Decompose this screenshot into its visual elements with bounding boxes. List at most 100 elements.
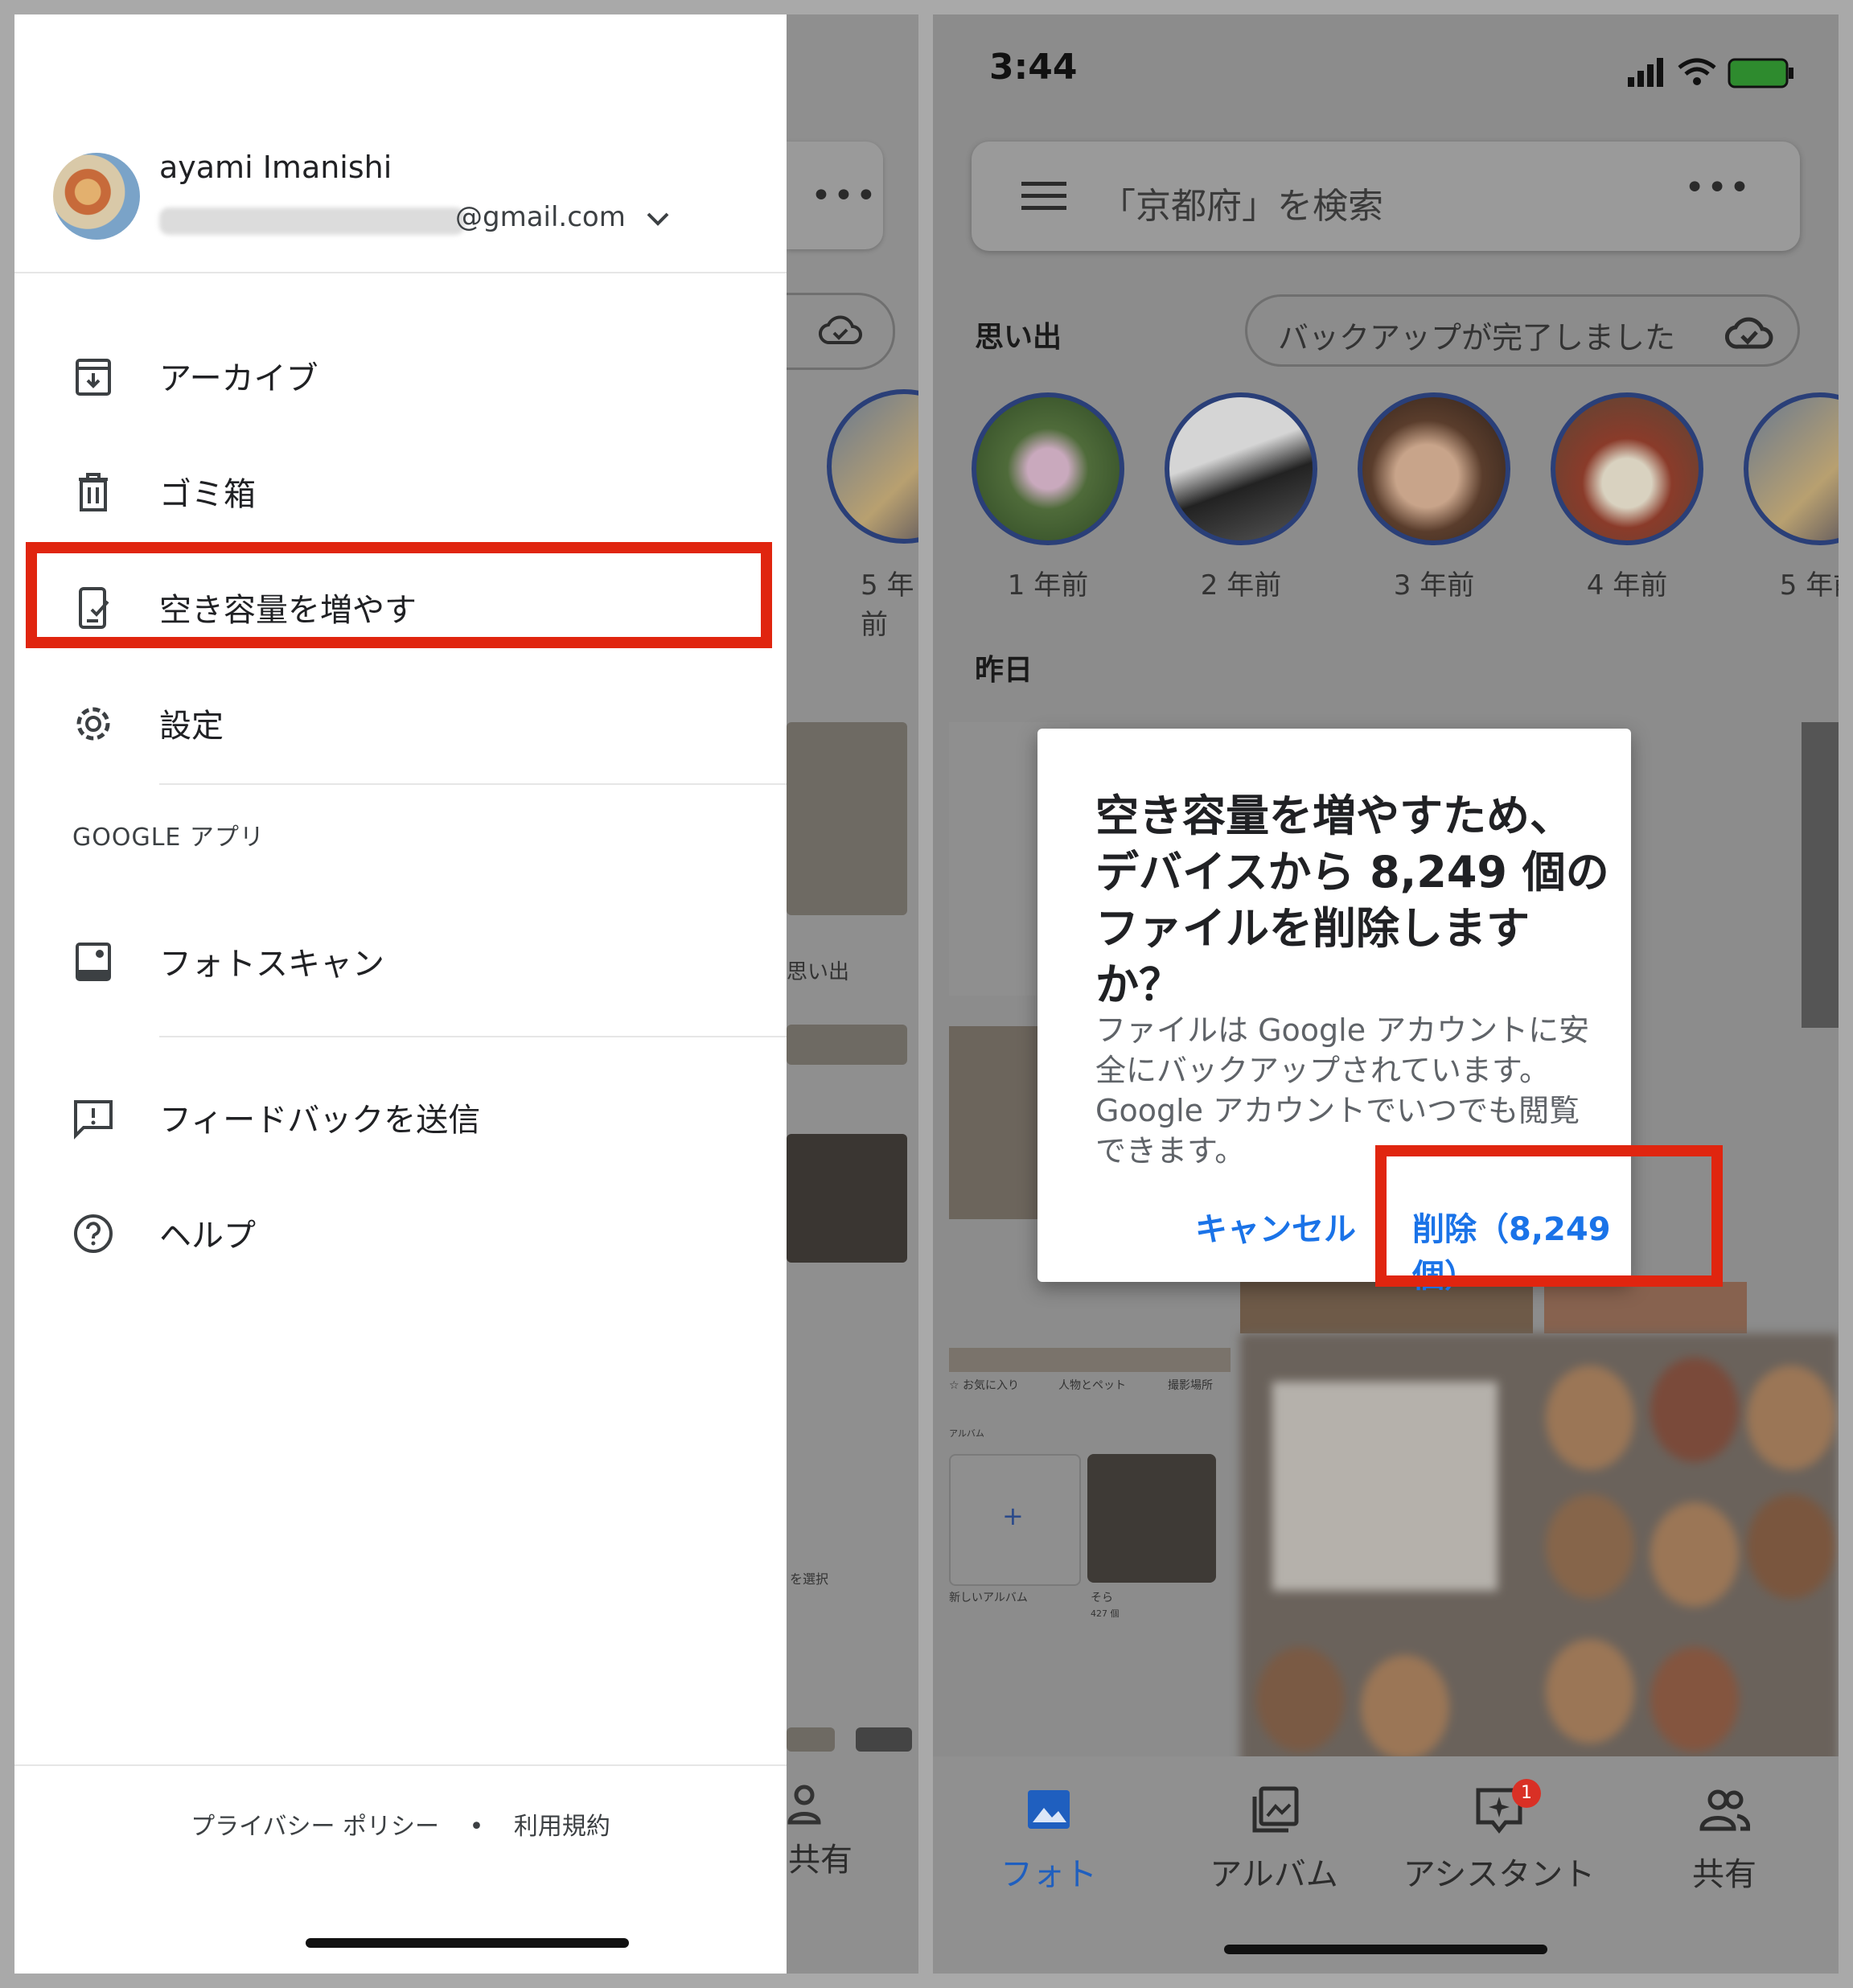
memory-item-1[interactable]	[972, 392, 1124, 545]
places-label: 撮影場所	[1168, 1379, 1213, 1392]
avatar[interactable]	[53, 153, 140, 240]
cloud-done-icon	[1725, 317, 1773, 349]
menu-item-photoscan[interactable]: フォトスキャン	[14, 915, 787, 1004]
background-photo	[787, 722, 907, 915]
gear-icon	[76, 707, 110, 741]
bottom-navigation: フォト アルバム 1 アシスタント 共有	[933, 1756, 1839, 1974]
terms-link[interactable]: 利用規約	[514, 1813, 610, 1841]
background-select-caption: を選択	[790, 1571, 829, 1587]
backup-status: バックアップが完了しました	[1278, 320, 1676, 355]
search-input[interactable]: 「京都府」を検索	[1100, 177, 1383, 228]
nav-label: フォト	[1000, 1856, 1097, 1893]
chevron-down-icon[interactable]	[643, 204, 672, 233]
menu-item-trash[interactable]: ゴミ箱	[14, 446, 787, 534]
highlight-box	[26, 542, 772, 648]
background-dog-photo	[787, 1134, 907, 1263]
memory-label: 3 年前	[1393, 569, 1475, 602]
feedback-icon	[74, 1100, 113, 1140]
new-album-label: 新しいアルバム	[949, 1592, 1028, 1604]
blurred-photo-grid	[1240, 1333, 1839, 1784]
dialog-title: 空き容量を増やすため、デバイスから 8,249 個のファイルを削除しますか？	[1095, 791, 1609, 1010]
albums-icon	[1252, 1786, 1299, 1833]
memory-item-2[interactable]	[1165, 392, 1317, 545]
trash-icon	[79, 473, 108, 511]
divider	[14, 272, 787, 273]
memory-item-5[interactable]	[1744, 392, 1839, 545]
memory-item-3[interactable]	[1358, 392, 1510, 545]
left-screen: ••• 5 年前 思い出 を選択 共有 ayami Imanishi @gmai…	[14, 14, 918, 1974]
photo-thumb[interactable]	[949, 1026, 1037, 1219]
background-nav-share: 共有	[788, 1842, 853, 1879]
plus-icon: +	[1002, 1501, 1024, 1531]
signal-icon	[1628, 77, 1634, 87]
more-icon[interactable]: •••	[1684, 167, 1752, 208]
menu-item-settings[interactable]: 設定	[14, 677, 787, 766]
nav-label: 共有	[1692, 1856, 1756, 1893]
menu-label: ヘルプ	[159, 1218, 256, 1255]
photo-strip[interactable]	[949, 1348, 1231, 1372]
account-email-domain: @gmail.com	[455, 201, 626, 233]
menu-item-feedback[interactable]: フィードバックを送信	[14, 1071, 787, 1160]
background-photo	[787, 1727, 835, 1752]
divider	[14, 1764, 787, 1766]
menu-label: アーカイブ	[159, 360, 318, 397]
notification-badge: 1	[1512, 1779, 1541, 1808]
menu-icon[interactable]	[1021, 180, 1066, 212]
email-redacted	[159, 207, 465, 235]
account-name: ayami Imanishi	[159, 150, 392, 185]
nav-albums[interactable]: アルバム	[1161, 1756, 1387, 1917]
photoscan-icon	[76, 943, 111, 981]
nav-sharing[interactable]: 共有	[1612, 1756, 1837, 1917]
memory-label: 5 年前	[1779, 569, 1839, 602]
memories-title: 思い出	[975, 321, 1062, 354]
more-icon: •••	[811, 175, 878, 216]
people-label: 人物とペット	[1058, 1379, 1126, 1392]
memory-label: 2 年前	[1200, 569, 1282, 602]
album-label: アルバム	[949, 1428, 984, 1439]
section-header-google-apps: GOOGLE アプリ	[72, 824, 265, 852]
cancel-button[interactable]: キャンセル	[1195, 1203, 1356, 1250]
photo-icon	[1028, 1790, 1070, 1829]
background-photo	[787, 1025, 907, 1065]
new-album-tile[interactable]: +	[949, 1454, 1081, 1586]
nav-label: アシスタント	[1403, 1856, 1596, 1893]
background-photo	[856, 1727, 912, 1752]
delete-confirm-dialog: 空き容量を増やすため、デバイスから 8,249 個のファイルを削除しますか？ フ…	[1037, 729, 1723, 1295]
battery-icon	[1728, 58, 1789, 88]
background-memories-caption: 思い出	[787, 960, 850, 984]
drawer-footer: プライバシー ポリシー • 利用規約	[14, 1806, 787, 1842]
home-indicator	[306, 1938, 629, 1948]
right-screen: 3:44 「京都府」を検索 ••• 思い出 バックアップが完了しました 1 年前…	[933, 14, 1839, 1974]
menu-item-archive[interactable]: アーカイブ	[14, 330, 787, 418]
search-bar[interactable]: 「京都府」を検索 •••	[972, 142, 1800, 251]
status-time: 3:44	[989, 47, 1078, 88]
album-sora-label: そら	[1091, 1592, 1113, 1604]
menu-label: フィードバックを送信	[159, 1102, 481, 1139]
people-icon	[1699, 1789, 1750, 1831]
privacy-policy-link[interactable]: プライバシー ポリシー	[191, 1813, 439, 1841]
navigation-drawer: ayami Imanishi @gmail.com アーカイブ ゴミ箱 空き容量…	[14, 14, 787, 1974]
people-icon	[787, 1785, 821, 1825]
favorites-label: ☆ お気に入り	[949, 1379, 1020, 1392]
menu-label: 設定	[159, 708, 224, 745]
nav-label: アルバム	[1210, 1856, 1338, 1893]
album-sora-thumb[interactable]	[1087, 1454, 1216, 1583]
album-sora-count: 427 個	[1091, 1608, 1120, 1619]
yesterday-title: 昨日	[975, 654, 1033, 687]
nav-photos[interactable]: フォト	[936, 1756, 1161, 1917]
nav-assistant[interactable]: 1 アシスタント	[1387, 1756, 1612, 1917]
memory-label: 1 年前	[1007, 569, 1089, 602]
background-memory-label: 5 年前	[861, 569, 914, 641]
help-icon	[74, 1214, 113, 1253]
screenshot-thumb[interactable]	[1802, 722, 1839, 1028]
menu-item-help[interactable]: ヘルプ	[14, 1187, 787, 1275]
cloud-done-icon	[819, 315, 862, 345]
memory-label: 4 年前	[1586, 569, 1668, 602]
divider	[159, 783, 787, 785]
divider	[159, 1036, 787, 1037]
backup-status-pill[interactable]: バックアップが完了しました	[1245, 294, 1800, 367]
footer-separator: •	[469, 1813, 484, 1841]
memory-item-4[interactable]	[1551, 392, 1703, 545]
archive-icon	[76, 359, 111, 396]
menu-label: ゴミ箱	[159, 476, 256, 513]
